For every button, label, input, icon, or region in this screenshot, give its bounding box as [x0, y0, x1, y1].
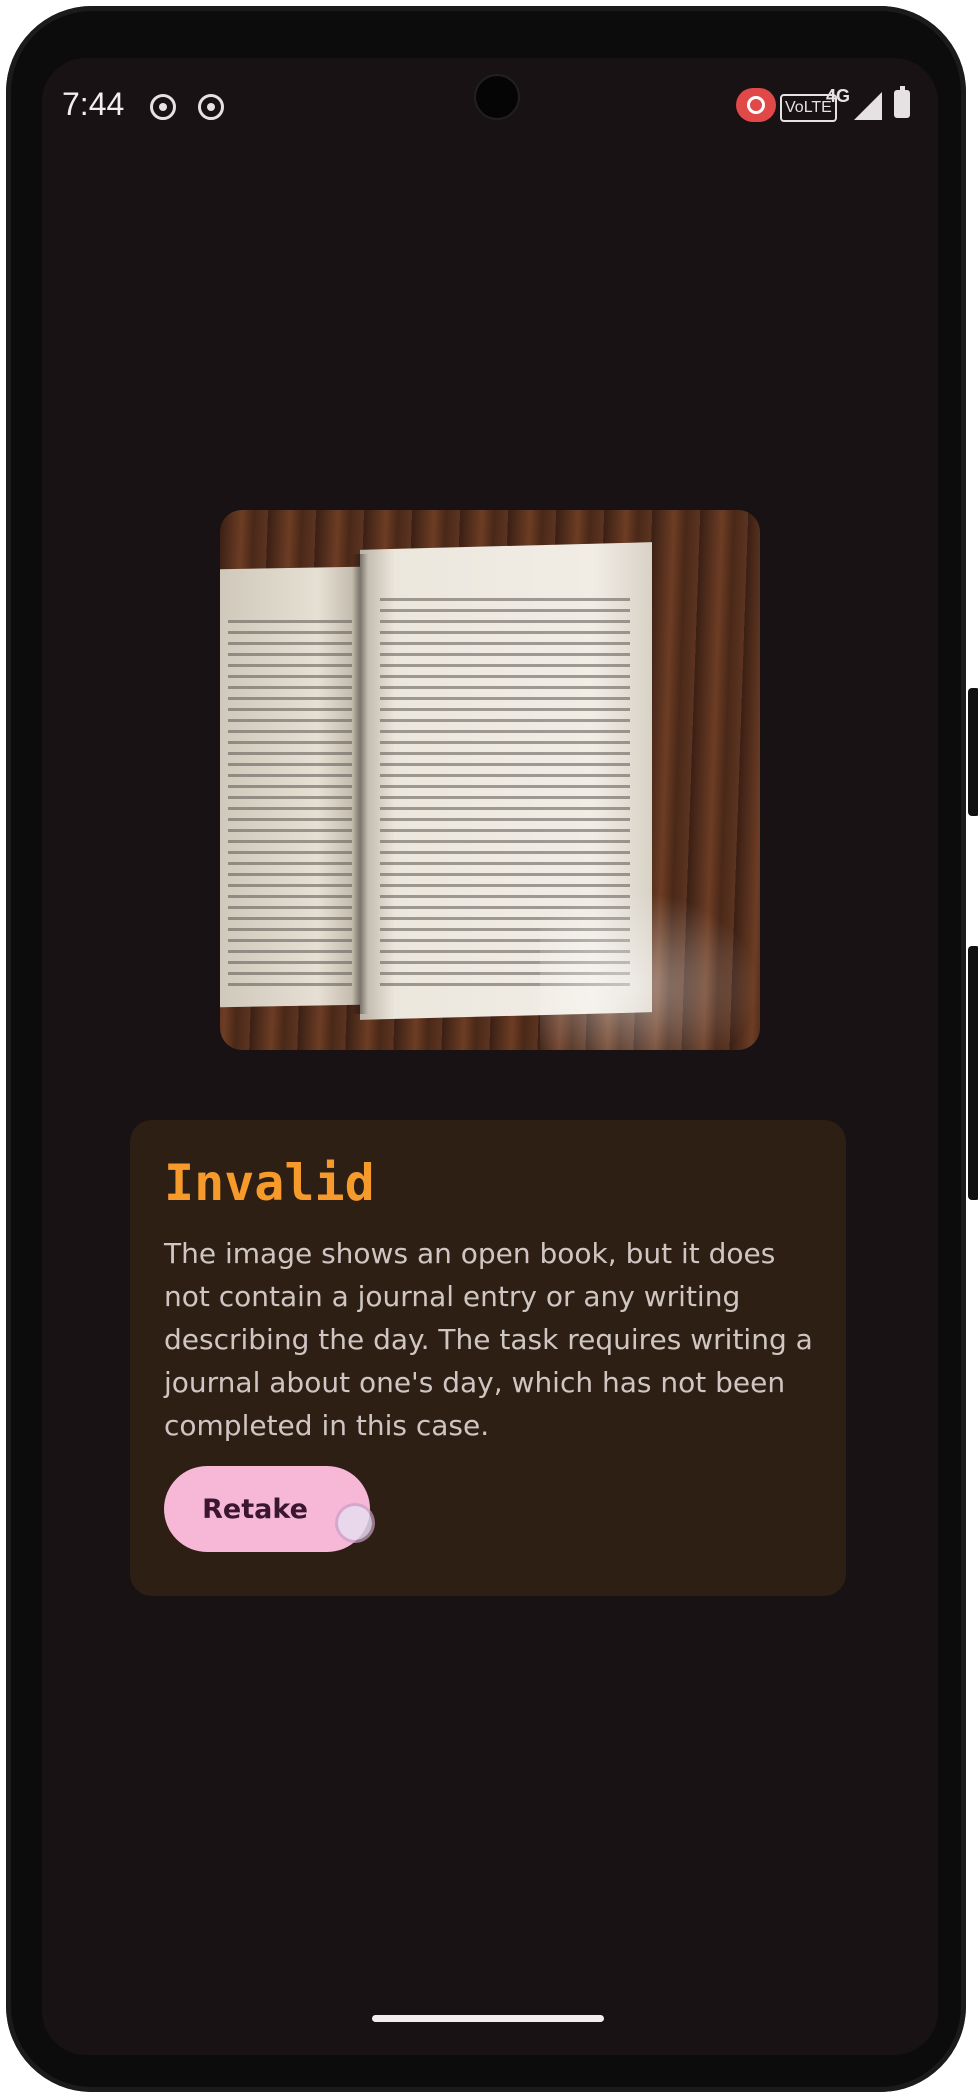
volume-button: [968, 946, 978, 1200]
screen: 7:44 VoLTE 4G Invalid The image shows an…: [42, 58, 938, 2055]
network-type: 4G: [826, 86, 851, 106]
front-camera: [476, 76, 518, 118]
phone-frame: 7:44 VoLTE 4G Invalid The image shows an…: [6, 6, 978, 2092]
result-title: Invalid: [164, 1154, 375, 1212]
record-badge-icon: [736, 88, 776, 122]
touch-indicator: [338, 1506, 372, 1540]
result-message: The image shows an open book, but it doe…: [164, 1237, 813, 1442]
book-gutter: [352, 554, 368, 1014]
status-time: 7:44: [62, 86, 125, 122]
screen-record-icon: [198, 94, 224, 120]
light-glare: [540, 890, 760, 1050]
retake-button[interactable]: Retake: [164, 1466, 370, 1552]
signal-icon: [854, 92, 882, 120]
power-button: [968, 688, 978, 816]
screen-record-icon: [150, 94, 176, 120]
captured-photo: [220, 510, 760, 1050]
result-card: Invalid The image shows an open book, bu…: [130, 1120, 846, 1596]
battery-charging-icon: [894, 86, 910, 118]
home-indicator[interactable]: [372, 2015, 604, 2022]
book-text-lines: [228, 620, 352, 990]
